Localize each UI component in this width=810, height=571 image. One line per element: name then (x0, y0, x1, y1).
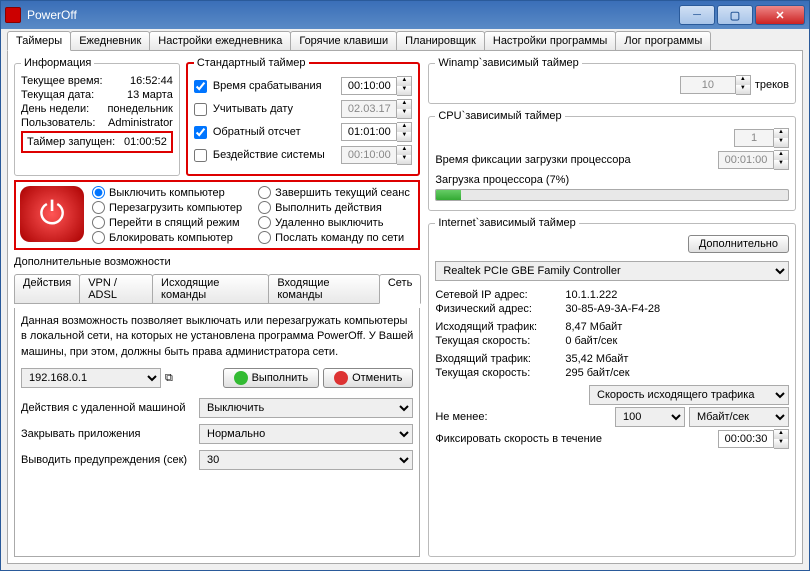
tab-3[interactable]: Горячие клавиши (290, 31, 397, 50)
subtab-1[interactable]: VPN / ADSL (79, 274, 153, 303)
std-value-0[interactable] (341, 77, 397, 95)
extra-label: Дополнительные возможности (14, 256, 420, 268)
tab-2[interactable]: Настройки ежедневника (149, 31, 291, 50)
winamp-tracks-input[interactable] (680, 76, 736, 94)
std-timer-fieldset: Стандартный таймер Время срабатывания▲▼У… (186, 57, 421, 176)
adapter-select[interactable]: Realtek PCIe GBE Family Controller (435, 261, 789, 281)
internet-fix-time-input[interactable] (718, 430, 774, 448)
titlebar: PowerOff ─ ▢ ✕ (1, 1, 809, 29)
power-action-box: Выключить компьютер Перезагрузить компью… (14, 180, 420, 250)
action-radio-3[interactable]: Блокировать компьютер (92, 231, 242, 244)
minimize-button[interactable]: ─ (679, 5, 715, 25)
net-opt-2[interactable]: 30 (199, 450, 413, 470)
tab-1[interactable]: Ежедневник (70, 31, 150, 50)
winamp-fieldset: Winamp`зависимый таймер ▲▼ треков (428, 57, 796, 104)
more-button[interactable]: Дополнительно (688, 235, 789, 253)
tab-4[interactable]: Планировщик (396, 31, 485, 50)
std-check-2[interactable] (194, 126, 207, 139)
std-check-1[interactable] (194, 103, 207, 116)
cpu-threshold-input[interactable] (734, 129, 774, 147)
std-value-2[interactable] (341, 123, 397, 141)
maximize-button[interactable]: ▢ (717, 5, 753, 25)
subtab-0[interactable]: Действия (14, 274, 80, 303)
timer-started-row: Таймер запущен: 01:00:52 (21, 131, 173, 153)
action-radio-6[interactable]: Удаленно выключить (258, 216, 410, 229)
std-check-0[interactable] (194, 80, 207, 93)
tab-5[interactable]: Настройки программы (484, 31, 616, 50)
action-radio-5[interactable]: Выполнить действия (258, 201, 410, 214)
unit-select[interactable]: Мбайт/сек (689, 407, 789, 427)
sub-tabs: ДействияVPN / ADSLИсходящие командыВходя… (14, 274, 420, 304)
close-button[interactable]: ✕ (755, 5, 805, 25)
subtab-4[interactable]: Сеть (379, 274, 421, 304)
std-value-3[interactable] (341, 146, 397, 164)
net-opt-1[interactable]: Нормально (199, 424, 413, 444)
app-window: PowerOff ─ ▢ ✕ ТаймерыЕжедневникНастройк… (0, 0, 810, 571)
tab-6[interactable]: Лог программы (615, 31, 711, 50)
ip-select[interactable]: 192.168.0.1 (21, 368, 161, 388)
min-value-select[interactable]: 100 (615, 407, 685, 427)
action-radio-2[interactable]: Перейти в спящий режим (92, 216, 242, 229)
cpu-progress (435, 189, 789, 201)
action-radio-0[interactable]: Выключить компьютер (92, 186, 242, 199)
power-icon[interactable] (20, 186, 84, 242)
action-radio-4[interactable]: Завершить текущий сеанс (258, 186, 410, 199)
internet-fieldset: Internet`зависимый таймер Дополнительно … (428, 217, 796, 557)
net-opt-0[interactable]: Выключить (199, 398, 413, 418)
action-radio-1[interactable]: Перезагрузить компьютер (92, 201, 242, 214)
net-panel: Данная возможность позволяет выключать и… (14, 308, 420, 557)
std-value-1[interactable] (341, 100, 397, 118)
app-icon (5, 7, 21, 23)
action-radio-7[interactable]: Послать команду по сети (258, 231, 410, 244)
subtab-2[interactable]: Исходящие команды (152, 274, 269, 303)
window-title: PowerOff (27, 8, 679, 22)
subtab-3[interactable]: Входящие команды (268, 274, 380, 303)
speed-type-select[interactable]: Скорость исходящего трафика (589, 385, 789, 405)
info-fieldset: Информация Текущее время:16:52:44Текущая… (14, 57, 180, 176)
cancel-button[interactable]: Отменить (323, 368, 413, 388)
std-check-3[interactable] (194, 149, 207, 162)
cpu-fieldset: CPU`зависимый таймер ▲▼ Время фиксации з… (428, 110, 796, 211)
tab-0[interactable]: Таймеры (7, 31, 71, 51)
execute-button[interactable]: Выполнить (223, 368, 319, 388)
main-tabs: ТаймерыЕжедневникНастройки ежедневникаГо… (7, 31, 803, 51)
cpu-fix-time-input[interactable] (718, 151, 774, 169)
copy-icon[interactable]: ⧉ (165, 372, 173, 385)
